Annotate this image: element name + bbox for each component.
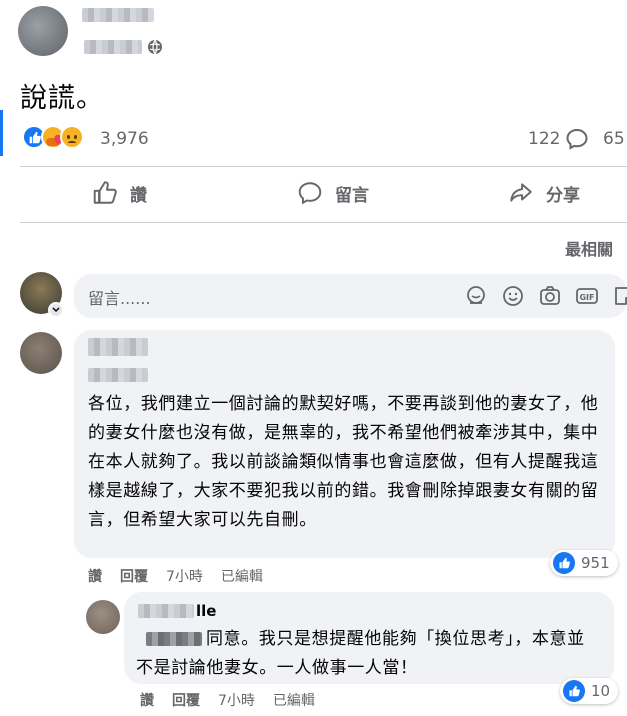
reply-like-count-value: 10	[591, 682, 611, 700]
comment-meta: 讚 回覆 7小時 已編輯	[88, 566, 263, 586]
reply-timestamp[interactable]: 7小時	[218, 690, 255, 710]
reply-meta: 讚 回覆 7小時 已編輯	[140, 690, 315, 710]
author-avatar[interactable]	[18, 6, 68, 56]
sad-reaction-icon	[60, 125, 84, 149]
comment-count-icon	[565, 127, 589, 155]
sort-selector[interactable]: 最相關	[565, 236, 613, 260]
comment-like-count-value: 951	[581, 554, 610, 572]
comment-button-label: 留言	[335, 185, 369, 206]
comment-edited-label[interactable]: 已編輯	[221, 566, 263, 586]
commenter-subline-redacted	[88, 368, 148, 382]
comment-reply-link[interactable]: 回覆	[120, 566, 148, 586]
comment-timestamp[interactable]: 7小時	[166, 566, 203, 586]
comment-input[interactable]: 留言...... GIF	[74, 274, 627, 318]
avatar-dropdown-icon[interactable]	[48, 302, 64, 318]
comment-text: 各位，我們建立一個討論的默契好嗎，不要再談到他的妻女了，他的妻女什麼也沒有做，是…	[88, 394, 599, 530]
commenter-name-redacted[interactable]	[88, 338, 148, 356]
comment-icon	[298, 182, 322, 205]
like-reaction-icon	[553, 552, 575, 574]
share-icon	[510, 183, 532, 202]
reply-like-count[interactable]: 10	[560, 678, 619, 704]
like-button-label: 讚	[130, 185, 147, 206]
author-name-redacted[interactable]	[82, 8, 154, 22]
reply-avatar[interactable]	[86, 600, 120, 634]
svg-text:GIF: GIF	[579, 293, 594, 302]
thumbs-up-icon	[93, 181, 117, 204]
globe-icon	[147, 39, 163, 59]
post-time-redacted	[84, 40, 142, 54]
divider-actions	[20, 222, 627, 223]
reply-author-partial: lle	[196, 602, 217, 620]
share-button[interactable]: 分享	[508, 180, 580, 206]
comment-like-link[interactable]: 讚	[88, 566, 102, 586]
left-accent-bar	[0, 110, 3, 156]
comment-bubble: 各位，我們建立一個討論的默契好嗎，不要再談到他的妻女了，他的妻女什麼也沒有做，是…	[74, 330, 615, 558]
comment-like-count[interactable]: 951	[550, 550, 618, 576]
like-button[interactable]: 讚	[92, 180, 147, 206]
comment-button[interactable]: 留言	[297, 180, 369, 206]
share-button-label: 分享	[546, 185, 580, 206]
divider-top	[20, 166, 627, 167]
reply-like-link[interactable]: 讚	[140, 690, 154, 710]
reply-reply-link[interactable]: 回覆	[172, 690, 200, 710]
reply-author-redacted	[138, 604, 194, 618]
gif-icon[interactable]: GIF	[574, 283, 600, 309]
post-text: 說謊。	[20, 83, 104, 114]
reaction-icons[interactable]	[22, 125, 84, 149]
avatar-sticker-icon[interactable]	[463, 283, 489, 309]
reply-bubble: lle 同意。我只是想提醒他能夠「換位思考」，本意並不是討論他妻女。一人做事一人…	[124, 592, 614, 684]
emoji-icon[interactable]	[500, 283, 526, 309]
reply-text: 同意。我只是想提醒他能夠「換位思考」，本意並不是討論他妻女。一人做事一人當！	[136, 629, 585, 678]
comment-count[interactable]: 122	[528, 129, 560, 149]
comment-input-placeholder: 留言......	[88, 289, 151, 308]
sticker-icon[interactable]	[611, 283, 627, 309]
like-reaction-icon	[563, 680, 585, 702]
share-count[interactable]: 65	[603, 129, 625, 149]
camera-icon[interactable]	[537, 283, 563, 309]
commenter-avatar[interactable]	[20, 332, 62, 374]
reaction-count[interactable]: 3,976	[100, 129, 149, 149]
reply-author[interactable]: lle	[138, 602, 216, 620]
reply-edited-label[interactable]: 已編輯	[273, 690, 315, 710]
